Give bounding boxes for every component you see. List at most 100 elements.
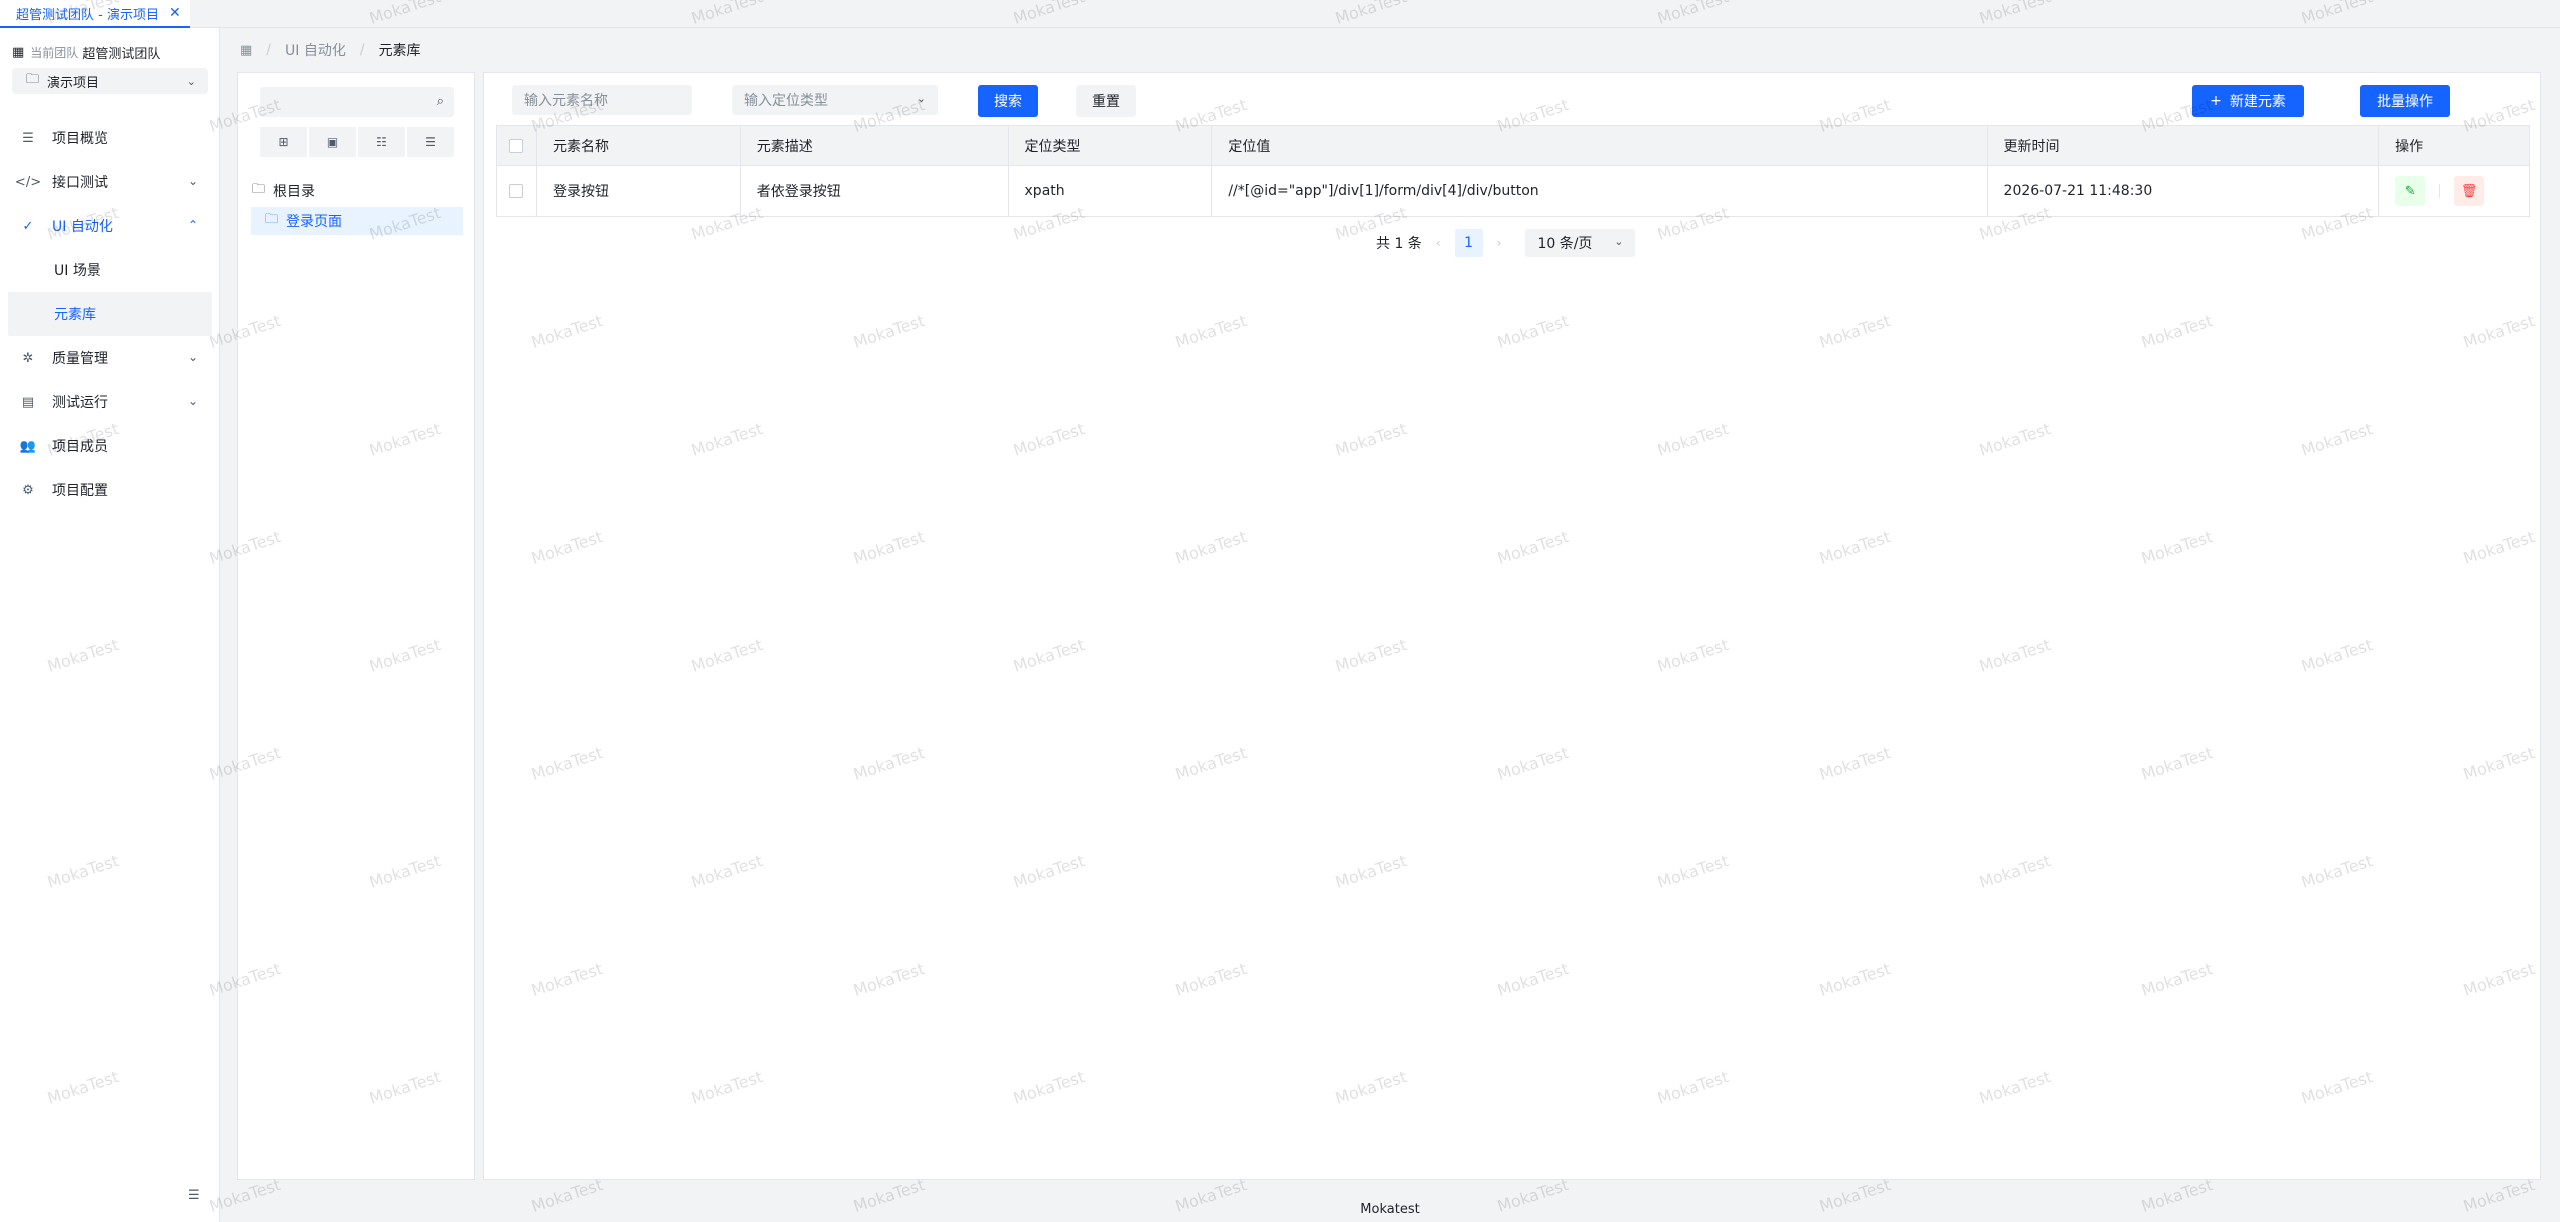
apps-icon[interactable]: ▦ <box>240 43 252 58</box>
actions-cell: ✎ 🗑 <box>2379 166 2529 216</box>
menu-item-test-run[interactable]: ▤ 测试运行 ⌄ <box>0 380 220 424</box>
chevron-down-icon: ⌄ <box>187 394 198 408</box>
page-number[interactable]: 1 <box>1454 229 1483 257</box>
total-count: 共 1 条 <box>1376 236 1422 252</box>
next-page-icon[interactable]: › <box>1497 236 1502 250</box>
locator-type-placeholder: 输入定位类型 <box>744 93 828 109</box>
team-name: 超管测试团队 <box>82 46 161 62</box>
breadcrumb-current: 元素库 <box>378 43 421 59</box>
list-icon: ☰ <box>22 130 34 146</box>
side-menu: ☰ 项目概览 </> 接口测试 ⌄ ✓ UI 自动化 ⌃ UI 场景 元素库 ✲… <box>0 116 220 512</box>
chevron-down-icon: ⌄ <box>186 74 196 88</box>
delete-icon[interactable]: 🗑 <box>2454 176 2485 206</box>
apps-icon: ▦ <box>12 44 25 60</box>
tree-node-root[interactable]: 🗀 根目录 <box>252 177 315 205</box>
page-size-select[interactable]: 10 条/页 ⌄ <box>1525 229 1636 257</box>
column-header: 元素名称 <box>537 126 741 165</box>
batch-operation-button[interactable]: 批量操作 <box>2360 85 2450 117</box>
breadcrumb-ui-automation[interactable]: UI 自动化 <box>285 40 346 60</box>
menu-item-overview[interactable]: ☰ 项目概览 <box>0 116 220 160</box>
element-name-placeholder: 输入元素名称 <box>524 93 608 109</box>
folder-icon: 🗀 <box>26 72 40 87</box>
folder-icon: 🗀 <box>252 182 266 197</box>
element-name-input[interactable]: 输入元素名称 <box>512 85 692 115</box>
locator-value-cell: //*[@id="app"]/div[1]/form/div[4]/div/bu… <box>1212 166 1988 216</box>
locator-type-select[interactable]: 输入定位类型 ⌄ <box>732 85 938 115</box>
tree-toolbar: ⊞ ▣ ☷ ☰ <box>260 127 454 157</box>
chevron-down-icon: ⌄ <box>187 174 198 188</box>
bug-icon: ✲ <box>22 350 34 366</box>
menu-item-settings[interactable]: ⚙ 项目配置 <box>0 468 220 512</box>
folder-icon: 🗀 <box>265 212 279 227</box>
project-selector[interactable]: 🗀 演示项目 ⌄ <box>12 68 208 94</box>
chevron-down-icon: ⌄ <box>916 92 926 105</box>
locator-type-cell: xpath <box>1009 166 1213 216</box>
project-name: 演示项目 <box>47 75 100 91</box>
column-header: 操作 <box>2395 138 2424 155</box>
code-icon: </> <box>14 174 42 190</box>
check-circle-icon: ✓ <box>22 218 34 234</box>
add-folder-icon[interactable]: ⊞ <box>260 127 307 157</box>
breadcrumb: ▦ / UI 自动化 / 元素库 <box>240 40 421 60</box>
reset-button[interactable]: 重置 <box>1076 85 1136 117</box>
team-info: ▦ 当前团队 超管测试团队 <box>12 40 160 64</box>
menu-item-ui-automation[interactable]: ✓ UI 自动化 ⌃ <box>0 204 220 248</box>
element-name-cell: 登录按钮 <box>537 166 741 216</box>
menu-item-label: 项目成员 <box>52 439 108 455</box>
gear-icon: ⚙ <box>22 482 34 498</box>
prev-page-icon[interactable]: ‹ <box>1436 236 1441 250</box>
tree-search-input[interactable]: ⌕ <box>260 87 454 117</box>
menu-sub-label: UI 场景 <box>54 263 101 279</box>
new-element-label: 新建元素 <box>2229 94 2286 110</box>
menu-sub-element-library[interactable]: 元素库 <box>8 292 212 336</box>
updated-time-cell: 2026-07-21 11:48:30 <box>1988 166 2380 216</box>
menu-item-api-test[interactable]: </> 接口测试 ⌄ <box>0 160 220 204</box>
collapse-menu-icon[interactable]: ☰ <box>188 1188 204 1204</box>
expand-all-icon[interactable]: ☷ <box>358 127 405 157</box>
edit-icon[interactable]: ✎ <box>2395 176 2426 206</box>
select-all-checkbox[interactable] <box>509 138 523 153</box>
chevron-down-icon: ⌄ <box>1614 235 1624 248</box>
menu-item-label: 项目配置 <box>52 483 108 499</box>
add-file-icon[interactable]: ▣ <box>309 127 356 157</box>
column-header: 定位值 <box>1212 126 1988 165</box>
column-header: 元素描述 <box>741 126 1009 165</box>
close-icon[interactable]: ✕ <box>169 5 181 21</box>
menu-item-members[interactable]: 👥 项目成员 <box>0 424 220 468</box>
column-header: 更新时间 <box>1988 126 2380 165</box>
table-header: 元素名称 元素描述 定位类型 定位值 更新时间 操作 <box>497 126 2529 166</box>
collapse-all-icon[interactable]: ☰ <box>407 127 454 157</box>
module-tree-panel: ⌕ ⊞ ▣ ☷ ☰ 🗀 根目录 🗀 登录页面 <box>237 72 475 1180</box>
element-library-panel: 输入元素名称 输入定位类型 ⌄ 搜索 重置 + 新建元素 批量操作 元素名称 元… <box>483 72 2541 1180</box>
team-label: 当前团队 <box>30 45 79 60</box>
chevron-down-icon: ⌄ <box>187 350 198 364</box>
calendar-icon: ▤ <box>21 394 35 410</box>
tree-node-login-page[interactable]: 🗀 登录页面 <box>251 207 463 235</box>
column-header: 定位类型 <box>1009 126 1213 165</box>
search-icon[interactable]: ⌕ <box>437 94 444 109</box>
menu-sub-ui-scene[interactable]: UI 场景 <box>0 248 220 292</box>
element-desc-cell: 者依登录按钮 <box>741 166 1009 216</box>
menu-item-label: 接口测试 <box>52 175 108 191</box>
menu-item-label: 项目概览 <box>52 131 108 147</box>
tree-node-label: 登录页面 <box>286 214 343 230</box>
table-row: 登录按钮 者依登录按钮 xpath //*[@id="app"]/div[1]/… <box>497 166 2529 216</box>
menu-item-label: 质量管理 <box>52 351 108 367</box>
project-tab-label: 超管测试团队 - 演示项目 <box>16 7 159 23</box>
tab-strip: 超管测试团队 - 演示项目 ✕ <box>0 0 2560 28</box>
footer: Mokatest <box>1360 1201 1420 1217</box>
pagination: 共 1 条 ‹ 1 › 10 条/页 ⌄ <box>1376 229 1636 257</box>
chevron-up-icon: ⌃ <box>187 218 198 232</box>
search-button[interactable]: 搜索 <box>978 85 1038 117</box>
plus-icon: + <box>2210 93 2222 109</box>
page-size-label: 10 条/页 <box>1537 236 1593 252</box>
menu-item-quality[interactable]: ✲ 质量管理 ⌄ <box>0 336 220 380</box>
project-tab[interactable]: 超管测试团队 - 演示项目 ✕ <box>0 0 190 28</box>
users-icon: 👥 <box>19 438 37 454</box>
element-table: 元素名称 元素描述 定位类型 定位值 更新时间 操作 登录按钮 者依登录按钮 x… <box>496 125 2530 217</box>
tree-node-label: 根目录 <box>273 184 316 200</box>
sidebar: ▦ 当前团队 超管测试团队 🗀 演示项目 ⌄ ☰ 项目概览 </> 接口测试 ⌄… <box>0 28 220 1222</box>
new-element-button[interactable]: + 新建元素 <box>2192 85 2304 117</box>
row-checkbox[interactable] <box>509 184 523 198</box>
menu-item-label: UI 自动化 <box>52 219 113 235</box>
